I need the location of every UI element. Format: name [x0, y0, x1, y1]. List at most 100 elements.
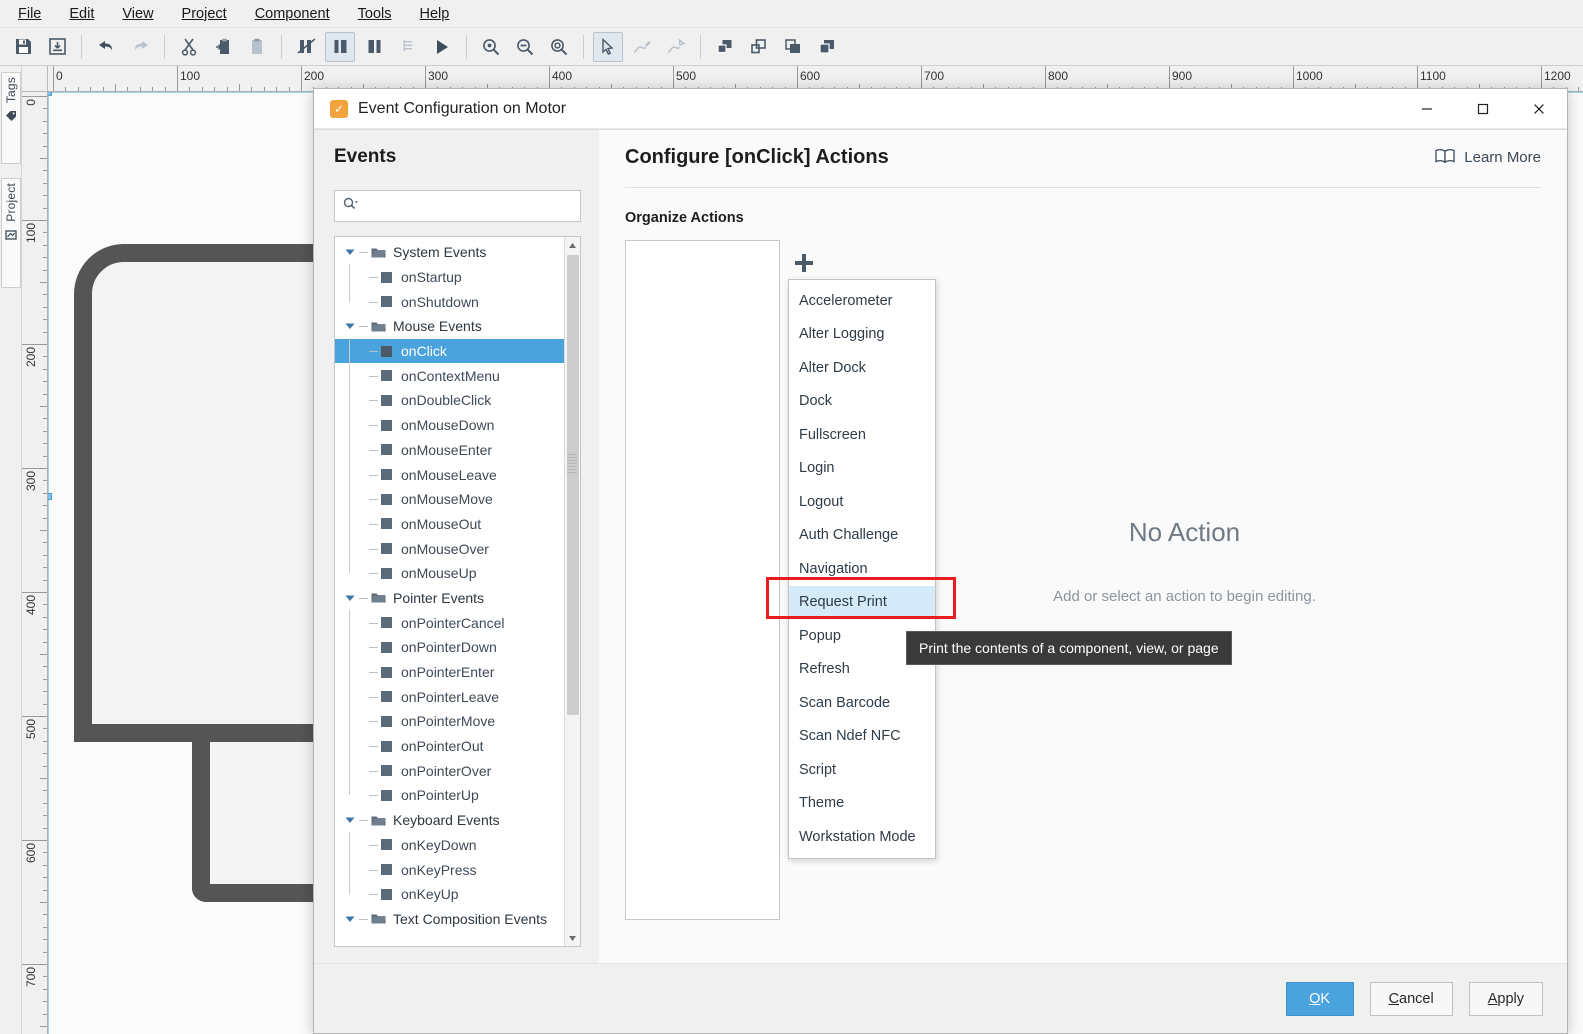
- vertical-ruler[interactable]: 0 100 200 300 400 500 600 700: [22, 92, 48, 1034]
- tree-item-row[interactable]: onPointerMove: [335, 708, 564, 735]
- minimize-button[interactable]: [1399, 89, 1455, 128]
- events-search-input[interactable]: [365, 198, 572, 214]
- sidebar-tab-tags[interactable]: Tags: [1, 72, 21, 164]
- tree-item-row[interactable]: onDoubleClick: [335, 387, 564, 414]
- dropdown-item-dock[interactable]: Dock: [789, 385, 935, 419]
- paste-button[interactable]: [242, 32, 272, 62]
- tree-item-row[interactable]: onMouseEnter: [335, 436, 564, 463]
- motor-component-shape[interactable]: [74, 244, 349, 742]
- dropdown-item-request-print[interactable]: Request Print: [789, 585, 935, 619]
- tree-item-row[interactable]: onMouseDown: [335, 412, 564, 439]
- tree-item-row[interactable]: onPointerDown: [335, 634, 564, 661]
- dropdown-item-accelerometer[interactable]: Accelerometer: [789, 284, 935, 318]
- menu-project[interactable]: Project: [168, 2, 241, 26]
- menu-component[interactable]: Component: [241, 2, 344, 26]
- cancel-button[interactable]: Cancel: [1369, 981, 1453, 1016]
- align-vertical-button[interactable]: [325, 31, 355, 62]
- apply-button[interactable]: Apply: [1468, 981, 1543, 1016]
- select-arrow-button[interactable]: [593, 31, 623, 62]
- tree-item-row[interactable]: onContextMenu: [335, 362, 564, 389]
- tree-item-row[interactable]: onMouseUp: [335, 560, 564, 586]
- events-tree-scrollbar[interactable]: [564, 237, 580, 946]
- events-search-box[interactable]: [334, 190, 581, 222]
- learn-more-link[interactable]: Learn More: [1426, 148, 1541, 168]
- dropdown-item-script[interactable]: Script: [789, 753, 935, 787]
- zoom-reset-button[interactable]: [544, 32, 574, 62]
- sidebar-tab-project[interactable]: Project: [1, 178, 21, 288]
- undo-button[interactable]: [91, 32, 121, 62]
- zoom-out-button[interactable]: [510, 32, 540, 62]
- tree-item-row[interactable]: onPointerEnter: [335, 659, 564, 686]
- tree-item-row[interactable]: onPointerOver: [335, 757, 564, 784]
- bring-front-button[interactable]: [778, 32, 808, 62]
- menu-help[interactable]: Help: [406, 2, 464, 26]
- dropdown-item-navigation[interactable]: Navigation: [789, 552, 935, 586]
- menu-file[interactable]: File: [4, 2, 55, 26]
- group-button[interactable]: [710, 32, 740, 62]
- tree-group-row[interactable]: Text Composition Events: [335, 907, 564, 932]
- scroll-down-icon[interactable]: [565, 930, 580, 946]
- selection-handle[interactable]: [48, 493, 52, 500]
- chevron-down-icon[interactable]: [343, 816, 357, 824]
- chevron-down-icon[interactable]: [343, 915, 357, 923]
- zoom-in-button[interactable]: [476, 32, 506, 62]
- tree-group-row[interactable]: Keyboard Events: [335, 808, 564, 833]
- copy-button[interactable]: [208, 32, 238, 62]
- dropdown-item-alter-dock[interactable]: Alter Dock: [789, 351, 935, 385]
- menu-edit[interactable]: Edit: [55, 2, 108, 26]
- dropdown-item-scan-ndef-nfc[interactable]: Scan Ndef NFC: [789, 720, 935, 754]
- action-type-dropdown[interactable]: Accelerometer Alter Logging Alter Dock Dock…: [788, 279, 936, 859]
- ok-button[interactable]: OK: [1285, 981, 1354, 1016]
- tree-item-row[interactable]: onPointerCancel: [335, 609, 564, 636]
- tree-item-row[interactable]: onStartup: [335, 264, 564, 291]
- chevron-down-icon[interactable]: [343, 248, 357, 256]
- close-button[interactable]: [1511, 89, 1567, 128]
- no-align-button[interactable]: [291, 32, 321, 62]
- dropdown-item-alter-logging[interactable]: Alter Logging: [789, 318, 935, 352]
- menu-tools[interactable]: Tools: [344, 2, 406, 26]
- cut-button[interactable]: [174, 32, 204, 62]
- tree-item-row[interactable]: onKeyDown: [335, 831, 564, 858]
- redo-button[interactable]: [125, 32, 155, 62]
- tree-item-row[interactable]: onPointerUp: [335, 782, 564, 808]
- motor-component-stem[interactable]: [192, 742, 332, 902]
- send-back-button[interactable]: [812, 32, 842, 62]
- align-horizontal-button[interactable]: [359, 32, 389, 62]
- dropdown-item-theme[interactable]: Theme: [789, 787, 935, 821]
- dialog-title-bar[interactable]: ✓ Event Configuration on Motor: [314, 89, 1567, 129]
- tree-group-row[interactable]: Pointer Events: [335, 586, 564, 611]
- tree-item-row[interactable]: onPointerOut: [335, 733, 564, 760]
- save-button[interactable]: [8, 32, 38, 62]
- chevron-down-icon[interactable]: [343, 322, 357, 330]
- search-dropdown-icon[interactable]: [343, 197, 359, 216]
- menu-view[interactable]: View: [108, 2, 167, 26]
- tree-item-row[interactable]: onKeyPress: [335, 856, 564, 883]
- save-all-button[interactable]: [42, 32, 72, 62]
- dropdown-item-login[interactable]: Login: [789, 452, 935, 486]
- tree-item-row[interactable]: onMouseOut: [335, 510, 564, 537]
- dropdown-item-fullscreen[interactable]: Fullscreen: [789, 418, 935, 452]
- dropdown-item-scan-barcode[interactable]: Scan Barcode: [789, 686, 935, 720]
- dropdown-item-auth-challenge[interactable]: Auth Challenge: [789, 519, 935, 553]
- selection-handle[interactable]: [48, 92, 52, 96]
- dropdown-item-workstation-mode[interactable]: Workstation Mode: [789, 820, 935, 854]
- events-tree[interactable]: System Events onStartup onShutdown Mouse Ev…: [335, 237, 564, 946]
- scrollbar-thumb[interactable]: [567, 255, 579, 715]
- add-action-button[interactable]: [791, 250, 817, 276]
- ungroup-button[interactable]: [744, 32, 774, 62]
- tree-item-row[interactable]: onMouseOver: [335, 535, 564, 562]
- tree-item-row[interactable]: onClick: [335, 338, 564, 365]
- chevron-down-icon[interactable]: [343, 594, 357, 602]
- tree-item-row[interactable]: onMouseMove: [335, 486, 564, 513]
- preview-play-button[interactable]: [427, 32, 457, 62]
- distribute-button[interactable]: [393, 32, 423, 62]
- path-node-button[interactable]: [661, 32, 691, 62]
- tree-group-row[interactable]: System Events: [335, 240, 564, 265]
- maximize-button[interactable]: [1455, 89, 1511, 128]
- tree-item-row[interactable]: onMouseLeave: [335, 461, 564, 488]
- tree-item-row[interactable]: onKeyUp: [335, 881, 564, 907]
- tree-item-row[interactable]: onShutdown: [335, 288, 564, 314]
- path-edit-button[interactable]: [627, 32, 657, 62]
- tree-item-row[interactable]: onPointerLeave: [335, 683, 564, 710]
- action-list[interactable]: [625, 240, 780, 920]
